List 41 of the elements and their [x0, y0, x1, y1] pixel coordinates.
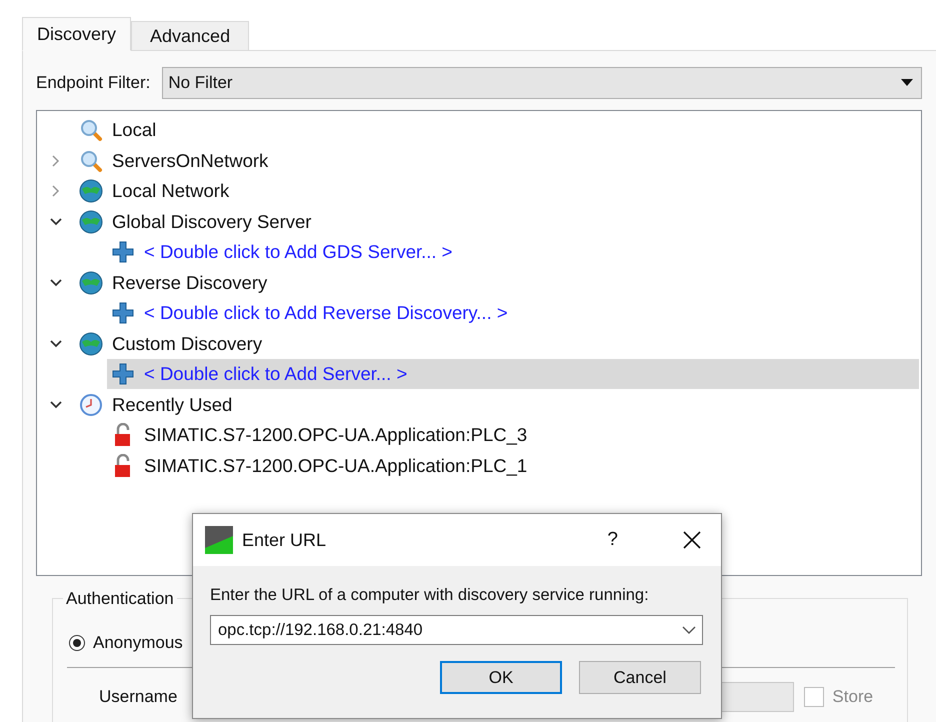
tree-item[interactable]: ServersOnNetwork	[75, 146, 921, 176]
selected-tree-item[interactable]: < Double click to Add Server... >	[107, 359, 919, 390]
plus-icon	[111, 301, 135, 326]
app-icon	[205, 526, 233, 554]
tree-item[interactable]: Recently Used	[75, 390, 921, 420]
radio-button[interactable]	[69, 635, 85, 651]
dropdown-arrow-icon	[901, 79, 913, 87]
close-icon[interactable]	[683, 531, 701, 549]
tree-item[interactable]: SIMATIC.S7-1200.OPC-UA.Application:PLC_1	[107, 450, 921, 481]
globe-icon	[79, 179, 103, 204]
tree-item[interactable]: Custom Discovery	[75, 328, 921, 359]
tree-item[interactable]: Global Discovery Server	[75, 206, 921, 237]
magnifier-icon	[79, 118, 103, 142]
clock-icon	[79, 392, 103, 417]
chevron-down-icon	[682, 626, 696, 634]
tree-item[interactable]: Reverse Discovery	[75, 268, 921, 298]
tree-item[interactable]: Local Network	[75, 176, 921, 206]
help-button[interactable]: ?	[607, 529, 618, 551]
dialog-prompt: Enter the URL of a computer with discovery service running:	[210, 586, 650, 605]
plus-icon	[111, 240, 135, 264]
magnifier-icon	[79, 148, 103, 173]
tab[interactable]: Discovery	[22, 17, 132, 51]
filter-dropdown[interactable]: No Filter	[162, 67, 922, 99]
filter-label: Endpoint Filter:	[36, 73, 150, 93]
cancel-button[interactable]: Cancel	[579, 661, 701, 694]
radio-label: Anonymous	[93, 633, 183, 653]
username-label: Username	[99, 687, 178, 707]
tree-item[interactable]: Local	[75, 115, 921, 146]
tab[interactable]: Advanced	[131, 21, 250, 51]
globe-icon	[79, 332, 103, 356]
tree-item[interactable]: < Double click to Add GDS Server... >	[107, 237, 921, 268]
url-combo-field[interactable]: opc.tcp://192.168.0.21:4840	[210, 615, 703, 645]
dialog-title: Enter URL	[242, 530, 328, 550]
tree-item[interactable]: SIMATIC.S7-1200.OPC-UA.Application:PLC_3	[107, 420, 921, 450]
globe-icon	[79, 210, 103, 234]
store-label: Store	[832, 687, 874, 707]
store-checkbox[interactable]	[804, 687, 824, 707]
ok-button[interactable]: OK	[440, 661, 562, 694]
globe-icon	[79, 270, 103, 295]
plus-icon	[111, 362, 135, 386]
tree-item[interactable]: < Double click to Add Reverse Discovery... >	[107, 298, 921, 328]
